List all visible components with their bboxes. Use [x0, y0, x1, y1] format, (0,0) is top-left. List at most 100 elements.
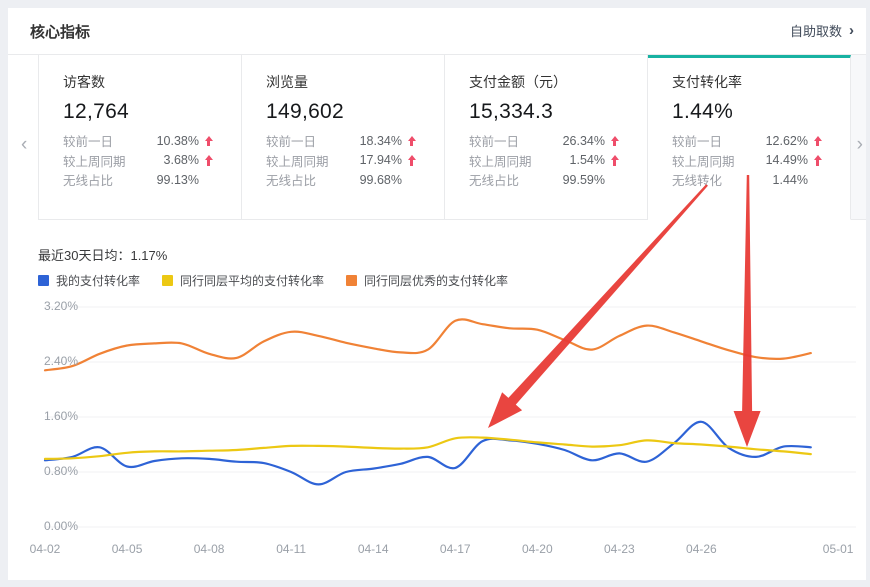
- series-line: [45, 319, 811, 370]
- self-service-data-label: 自助取数: [790, 21, 842, 40]
- card-title: 支付转化率: [672, 72, 824, 92]
- card-value: 1.44%: [672, 99, 824, 125]
- trend-up-icon: [202, 155, 215, 166]
- stat-label: 较前一日: [672, 131, 722, 150]
- card-title: 访客数: [63, 72, 215, 92]
- card-stat-row: 无线转化 1.44%: [672, 170, 824, 190]
- legend-item[interactable]: 同行同层优秀的支付转化率: [346, 272, 508, 289]
- x-axis-label: 04-23: [587, 542, 651, 556]
- legend-swatch: [38, 275, 49, 286]
- stat-label: 较前一日: [63, 131, 113, 150]
- metric-card-tab[interactable]: 支付金额（元） 15,334.3 较前一日 26.34% 较上周同期 1.54% 无线占比 9…: [445, 55, 648, 220]
- stat-label: 较上周同期: [672, 151, 735, 170]
- x-axis-label: 04-08: [177, 542, 241, 556]
- card-stat-row: 无线占比 99.13%: [63, 170, 215, 190]
- y-axis-label: 1.60%: [8, 409, 78, 423]
- trend-up-icon: [811, 136, 824, 147]
- metric-card-tab[interactable]: 访客数12,764较前一日10.38%较上周同期3.68%无线占比99.13%: [38, 55, 242, 220]
- stat-value: 99.13%: [157, 173, 199, 187]
- stat-label: 无线占比: [266, 170, 316, 189]
- trend-up-stem: [816, 141, 819, 147]
- stat-value: 99.68%: [360, 173, 402, 187]
- x-axis-label: 04-11: [259, 542, 323, 556]
- legend-label: 我的支付转化率: [56, 272, 140, 289]
- y-axis-label: 0.80%: [8, 464, 78, 478]
- card-value: 149,602: [266, 99, 418, 125]
- metric-cards-row: ‹ 访客数12,764较前一日10.38%较上周同期3.68%无线占比99.13…: [8, 55, 866, 220]
- stat-label: 较上周同期: [266, 151, 329, 170]
- trend-up-icon: [811, 155, 824, 166]
- y-axis-label: 2.40%: [8, 354, 78, 368]
- card-stat-row: 较前一日10.38%: [63, 131, 215, 151]
- core-metrics-panel: 核心指标 自助取数 › ‹ 访客数12,764较前一日10.38%较上周同期3.…: [8, 8, 866, 580]
- card-stat-row: 较前一日 18.34%: [266, 131, 418, 151]
- card-stat-rows: 较前一日 18.34% 较上周同期 17.94% 无线占比 99.68%: [266, 131, 418, 190]
- stat-label: 无线占比: [63, 170, 113, 189]
- card-stat-rows: 较前一日 26.34% 较上周同期 1.54% 无线占比 99.59%: [469, 131, 621, 190]
- stat-label: 较上周同期: [63, 151, 126, 170]
- card-stat-row: 较前一日 26.34%: [469, 131, 621, 151]
- stat-label: 无线转化: [672, 170, 722, 189]
- card-stat-row: 较上周同期3.68%: [63, 151, 215, 171]
- trend-up-stem: [207, 141, 210, 147]
- card-value: 15,334.3: [469, 99, 621, 125]
- trend-up-icon: [405, 136, 418, 147]
- carousel-next-button[interactable]: ›: [857, 135, 863, 154]
- card-title: 支付金额（元）: [469, 72, 621, 92]
- legend-item[interactable]: 同行同层平均的支付转化率: [162, 272, 324, 289]
- stat-value: 14.49%: [766, 153, 808, 167]
- x-axis-label: 04-05: [95, 542, 159, 556]
- trend-up-stem: [816, 160, 819, 166]
- metric-cards: 访客数12,764较前一日10.38%较上周同期3.68%无线占比99.13%浏…: [38, 55, 851, 220]
- y-axis-label: 3.20%: [8, 299, 78, 313]
- card-stat-rows: 较前一日 12.62% 较上周同期 14.49% 无线转化 1.44%: [672, 131, 824, 190]
- series-line: [45, 437, 811, 459]
- trend-up-stem: [410, 160, 413, 166]
- y-axis-label: 0.00%: [8, 519, 78, 533]
- metric-card-tab[interactable]: 浏览量149,602较前一日18.34%较上周同期17.94%无线占比99.68…: [242, 55, 445, 220]
- trend-up-stem: [207, 160, 210, 166]
- stat-value: 17.94%: [360, 153, 402, 167]
- x-axis-label: 04-20: [505, 542, 569, 556]
- trend-up-stem: [613, 160, 616, 166]
- chevron-right-icon: ›: [849, 23, 854, 38]
- metric-card-tab[interactable]: 支付转化率 1.44% 较前一日 12.62% 较上周同期 14.49% 无线转化 1.44%: [648, 55, 851, 220]
- stat-value: 99.59%: [563, 173, 605, 187]
- stat-value: 1.44%: [773, 173, 808, 187]
- legend-item[interactable]: 我的支付转化率: [38, 272, 140, 289]
- card-stat-row: 较上周同期 14.49%: [672, 151, 824, 171]
- trend-up-icon: [405, 155, 418, 166]
- carousel-prev-button[interactable]: ‹: [21, 135, 27, 154]
- trend-up-stem: [613, 141, 616, 147]
- stat-value: 18.34%: [360, 134, 402, 148]
- chart-section: 最近30天日均：1.17% 我的支付转化率 同行同层平均的支付转化率 同行同层优秀的…: [8, 220, 866, 580]
- stat-label: 无线占比: [469, 170, 519, 189]
- legend-swatch: [346, 275, 357, 286]
- card-stat-row: 无线占比 99.59%: [469, 170, 621, 190]
- card-stat-row: 无线占比 99.68%: [266, 170, 418, 190]
- card-stat-rows: 较前一日10.38%较上周同期3.68%无线占比 99.13%: [63, 131, 215, 190]
- trend-up-icon: [608, 136, 621, 147]
- card-stat-row: 较前一日 12.62%: [672, 131, 824, 151]
- stat-value: 1.54%: [570, 153, 605, 167]
- page: 核心指标 自助取数 › ‹ 访客数12,764较前一日10.38%较上周同期3.…: [0, 0, 870, 587]
- stat-value: 26.34%: [563, 134, 605, 148]
- series-line: [45, 422, 811, 485]
- card-stat-row: 较上周同期 1.54%: [469, 151, 621, 171]
- card-stat-row: 较上周同期 17.94%: [266, 151, 418, 171]
- chart-average-title: 最近30天日均：1.17%: [38, 245, 167, 264]
- stat-label: 较前一日: [266, 131, 316, 150]
- page-title: 核心指标: [30, 21, 90, 42]
- chart-legend: 我的支付转化率 同行同层平均的支付转化率 同行同层优秀的支付转化率: [38, 272, 508, 289]
- legend-label: 同行同层优秀的支付转化率: [364, 272, 508, 289]
- x-axis-label: 04-26: [669, 542, 733, 556]
- stat-value: 12.62%: [766, 134, 808, 148]
- trend-up-icon: [608, 155, 621, 166]
- stat-label: 较前一日: [469, 131, 519, 150]
- trend-up-stem: [410, 141, 413, 147]
- stat-label: 较上周同期: [469, 151, 532, 170]
- self-service-data-link[interactable]: 自助取数 ›: [790, 21, 854, 40]
- trend-up-icon: [202, 136, 215, 147]
- header: 核心指标 自助取数 ›: [8, 8, 866, 55]
- x-axis-label: 04-02: [13, 542, 77, 556]
